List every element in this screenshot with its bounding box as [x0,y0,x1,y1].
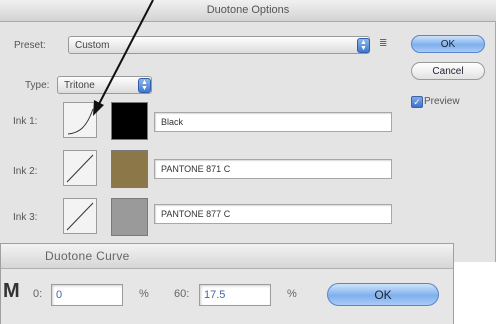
curve-field-0-label: 0: [33,288,43,300]
curve-title-bar[interactable]: Duotone Curve [1,244,453,269]
curve-field-60-unit: % [287,288,297,300]
curve-field-60-label: 60: [174,288,190,300]
curve-graph-edge: M [3,280,20,302]
curve-field-0-unit: % [139,288,149,300]
curve-ok-button[interactable]: OK [327,283,439,306]
curve-dialog-title: Duotone Curve [45,249,130,263]
curve-field-60-input[interactable]: 17.5 [199,284,271,306]
curve-field-0-input[interactable]: 0 [51,284,123,306]
duotone-curve-dialog: Duotone Curve M 0: 0 % 60: 17.5 % OK [0,243,454,324]
